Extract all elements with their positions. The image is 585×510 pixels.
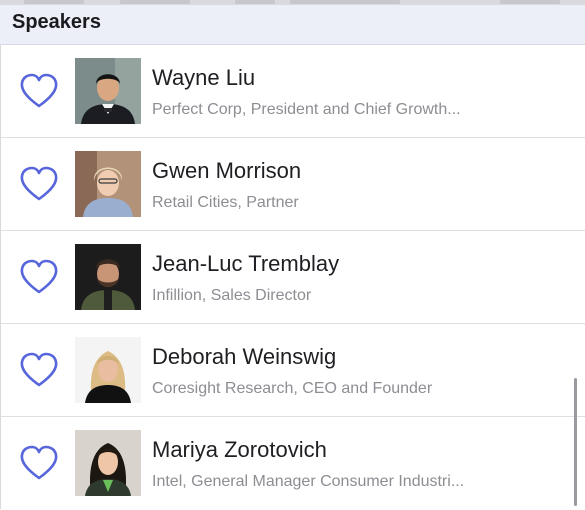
speaker-name: Gwen Morrison xyxy=(152,158,302,183)
speaker-title: Intel, General Manager Consumer Industri… xyxy=(152,473,465,490)
speaker-name: Jean-Luc Tremblay xyxy=(152,251,340,276)
heart-outline-icon[interactable] xyxy=(19,352,59,388)
avatar xyxy=(75,151,141,217)
speaker-title: Perfect Corp, President and Chief Growth… xyxy=(152,101,461,118)
section-title: Speakers xyxy=(12,11,101,33)
speaker-row[interactable]: Jean-Luc Tremblay Infillion, Sales Direc… xyxy=(1,231,585,324)
heart-outline-icon[interactable] xyxy=(19,259,59,295)
speaker-row[interactable]: Gwen Morrison Retail Cities, Partner xyxy=(1,138,585,231)
heart-outline-icon[interactable] xyxy=(19,73,59,109)
speaker-row[interactable]: Mariya Zorotovich Intel, General Manager… xyxy=(1,417,585,510)
heart-outline-icon[interactable] xyxy=(19,166,59,202)
speaker-title: Coresight Research, CEO and Founder xyxy=(152,380,433,397)
avatar xyxy=(75,430,141,496)
speakers-section-header: Speakers xyxy=(0,5,585,45)
speaker-name: Mariya Zorotovich xyxy=(152,437,327,462)
speaker-name: Deborah Weinswig xyxy=(152,344,337,369)
speaker-row[interactable]: Deborah Weinswig Coresight Research, CEO… xyxy=(1,324,585,417)
heart-outline-icon[interactable] xyxy=(19,445,59,481)
avatar xyxy=(75,58,141,124)
speaker-name: Wayne Liu xyxy=(152,65,256,90)
scrollbar[interactable] xyxy=(574,378,577,506)
avatar xyxy=(75,244,141,310)
avatar xyxy=(75,337,141,403)
speaker-title: Infillion, Sales Director xyxy=(152,287,312,304)
speaker-row[interactable]: Wayne Liu Perfect Corp, President and Ch… xyxy=(1,45,585,138)
speaker-title: Retail Cities, Partner xyxy=(152,194,299,211)
speaker-list: Wayne Liu Perfect Corp, President and Ch… xyxy=(0,45,585,509)
